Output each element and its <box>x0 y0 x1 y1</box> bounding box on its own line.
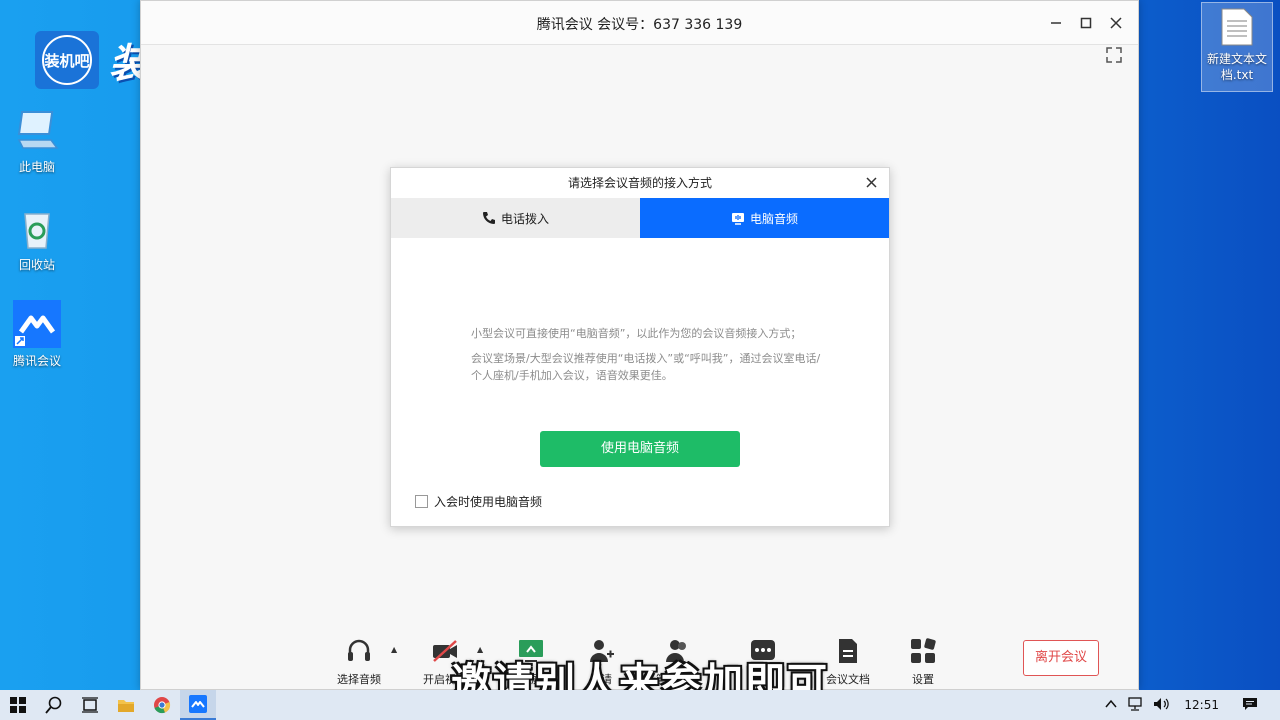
taskbar-file-explorer[interactable] <box>108 690 144 720</box>
tab-phone-dial-in[interactable]: 电话拨入 <box>391 198 640 238</box>
logo-badge: 装机吧 <box>35 31 99 89</box>
recycle-bin-icon <box>13 204 61 252</box>
search-icon <box>45 696 62 714</box>
tab-label: 电脑音频 <box>749 211 798 226</box>
window-title: 腾讯会议 会议号：637 336 139 <box>536 17 743 33</box>
tab-label: 电话拨入 <box>500 211 549 226</box>
windows-logo-icon <box>10 697 26 713</box>
dialog-title: 请选择会议音频的接入方式 <box>567 176 712 190</box>
taskbar-chrome[interactable] <box>144 690 180 720</box>
audio-description: 小型会议可直接使用“电脑音频”，以此作为您的会议音频接入方式； 会议室场景/大型… <box>471 325 821 392</box>
auto-computer-audio-option[interactable]: 入会时使用电脑音频 <box>415 493 542 510</box>
network-icon[interactable] <box>1127 696 1143 714</box>
minimize-button[interactable] <box>1044 11 1068 35</box>
system-tray: 12:51 <box>1100 690 1280 720</box>
dialog-titlebar: 请选择会议音频的接入方式 <box>391 168 889 198</box>
volume-icon[interactable] <box>1153 697 1171 714</box>
tray-overflow-chevron-icon[interactable] <box>1105 698 1117 712</box>
tencent-meeting-icon <box>189 695 207 713</box>
fullscreen-icon <box>1106 47 1122 63</box>
start-button[interactable] <box>0 690 36 720</box>
maximize-icon <box>1080 17 1092 29</box>
desktop-icon-label: 此电脑 <box>18 160 55 174</box>
window-titlebar[interactable]: 腾讯会议 会议号：637 336 139 <box>141 1 1138 45</box>
task-view-icon <box>82 697 98 713</box>
desktop-icon-label: 腾讯会议 <box>12 354 61 368</box>
tab-computer-audio[interactable]: 电脑音频 <box>640 198 889 238</box>
taskbar-tencent-meeting[interactable] <box>180 690 216 720</box>
description-line: 会议室场景/大型会议推荐使用“电话拨入”或“呼叫我”，通过会议室电话/个人座机/… <box>471 352 821 382</box>
taskbar-search-button[interactable] <box>36 690 72 720</box>
windows-taskbar: 12:51 <box>0 690 1280 720</box>
audio-tabs: 电话拨入 电脑音频 <box>391 198 889 238</box>
desktop-file-new-text-document[interactable]: 新建文本文档.txt <box>1201 2 1273 92</box>
description-line: 小型会议可直接使用“电脑音频”，以此作为您的会议音频接入方式； <box>471 327 802 340</box>
use-computer-audio-button[interactable]: 使用电脑音频 <box>540 431 740 467</box>
logo-badge-text: 装机吧 <box>42 35 92 85</box>
dialog-close-button[interactable] <box>859 171 883 195</box>
checkbox-label: 入会时使用电脑音频 <box>434 495 543 509</box>
desktop-icon-recycle-bin[interactable]: 回收站 <box>8 204 66 273</box>
desktop-icon-label: 回收站 <box>18 258 55 272</box>
notifications-icon[interactable] <box>1242 697 1258 714</box>
audio-selection-dialog: 请选择会议音频的接入方式 电话拨入 电脑音频 小型会议可直接使用“电脑音频”，以… <box>390 167 890 527</box>
clock[interactable]: 12:51 <box>1184 698 1219 712</box>
fullscreen-button[interactable] <box>1106 47 1122 63</box>
chrome-icon <box>154 697 171 714</box>
desktop-icon-tencent-meeting[interactable]: 腾讯会议 <box>8 300 66 369</box>
close-icon <box>1110 17 1122 29</box>
task-view-button[interactable] <box>72 690 108 720</box>
computer-audio-icon <box>731 213 744 225</box>
close-button[interactable] <box>1104 11 1128 35</box>
phone-icon <box>482 212 495 224</box>
desktop-icon-this-pc[interactable]: 此电脑 <box>8 106 66 175</box>
text-file-icon <box>1221 8 1253 46</box>
auto-computer-audio-checkbox[interactable] <box>415 495 428 508</box>
minimize-icon <box>1051 22 1061 24</box>
computer-icon <box>13 106 61 154</box>
folder-icon <box>118 700 134 712</box>
desktop-file-label: 新建文本文档.txt <box>1206 52 1267 82</box>
tencent-meeting-icon <box>13 300 61 348</box>
close-icon <box>865 177 877 188</box>
maximize-button[interactable] <box>1074 11 1098 35</box>
